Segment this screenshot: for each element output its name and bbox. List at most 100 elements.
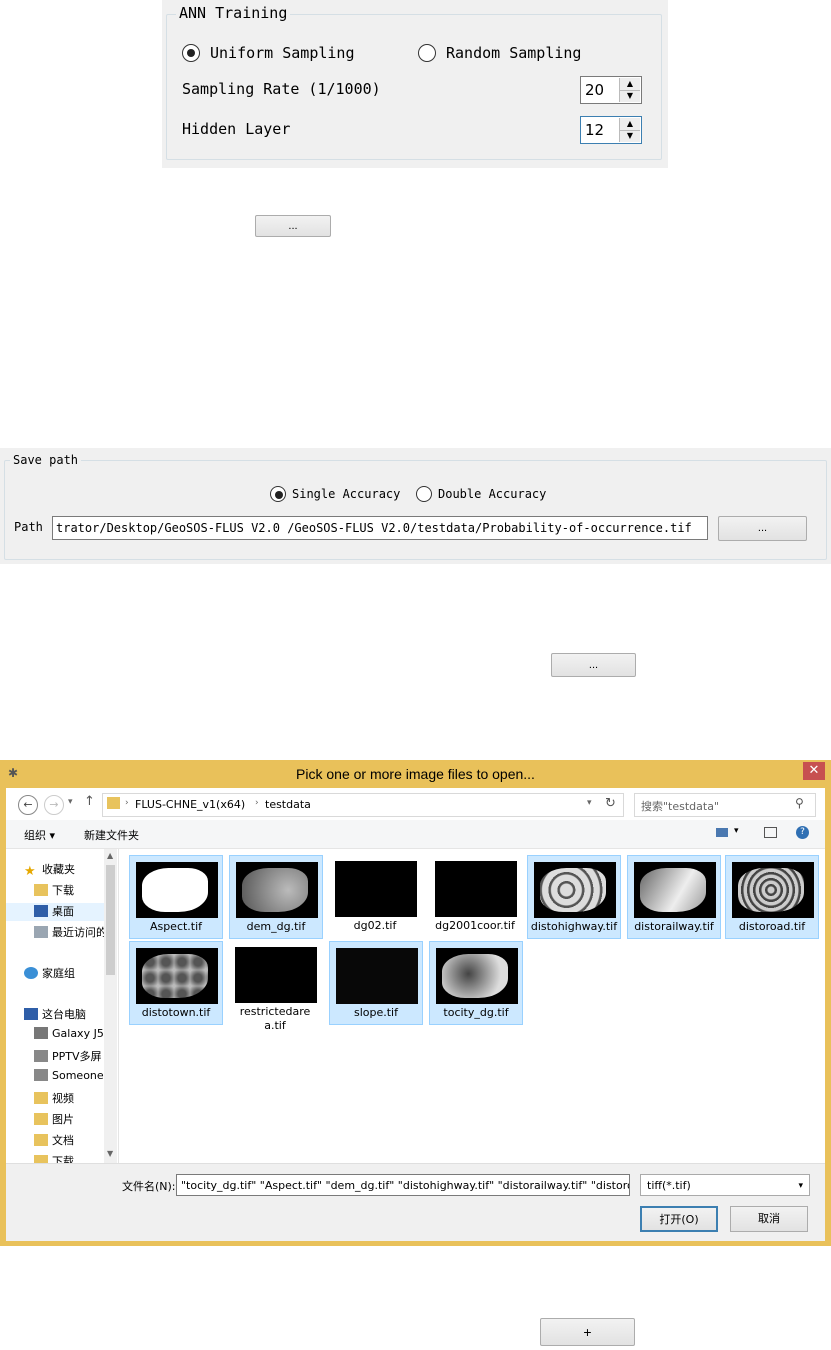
ann-training-title: ANN Training xyxy=(176,4,291,22)
sidebar-item-downloads-2[interactable]: 下载 xyxy=(34,1153,74,1163)
sidebar-item-label: Someone xyxy=(52,1069,104,1082)
file-tile[interactable]: distoroad.tif xyxy=(725,855,819,939)
ann-training-panel: ANN Training Uniform Sampling Random Sam… xyxy=(162,0,668,168)
file-name: restrictedarea.tif xyxy=(239,1005,311,1032)
browse-button[interactable]: ... xyxy=(551,653,636,677)
file-type-select[interactable]: tiff(*.tif) ▾ xyxy=(640,1174,810,1196)
dialog-footer: 文件名(N): "tocity_dg.tif" "Aspect.tif" "de… xyxy=(6,1163,825,1241)
file-tile[interactable]: distotown.tif xyxy=(129,941,223,1025)
sampling-rate-spinbox[interactable]: 20 ▲ ▼ xyxy=(580,76,642,104)
chevron-right-icon: › xyxy=(255,798,259,808)
path-label: Path xyxy=(14,520,43,534)
sidebar-item-label: PPTV多屏 xyxy=(52,1050,102,1063)
sidebar-item-pptv[interactable]: PPTV多屏 xyxy=(34,1048,102,1066)
file-list: Aspect.tif dem_dg.tif dg02.tif dg2001coo… xyxy=(119,849,825,1163)
help-icon[interactable]: ? xyxy=(796,826,809,839)
file-tile[interactable]: tocity_dg.tif xyxy=(429,941,523,1025)
close-icon[interactable]: ✕ xyxy=(803,762,825,780)
hidden-layer-spinbox[interactable]: 12 ▲ ▼ xyxy=(580,116,642,144)
phone-icon xyxy=(34,1027,48,1039)
file-name: dg02.tif xyxy=(353,919,397,932)
sidebar-item-documents[interactable]: 文档 xyxy=(34,1132,74,1150)
sidebar-item-favorites[interactable]: ★ 收藏夹 xyxy=(24,861,75,879)
preview-pane-icon[interactable] xyxy=(764,827,777,838)
sidebar-scrollbar[interactable]: ▲ ▼ xyxy=(104,849,117,1163)
search-input[interactable]: 搜索"testdata" ⚲ xyxy=(634,793,816,817)
up-arrow-icon[interactable]: ↑ xyxy=(84,794,95,809)
sidebar-item-someone[interactable]: Someone xyxy=(34,1069,104,1087)
file-tile[interactable]: distorailway.tif xyxy=(627,855,721,939)
refresh-icon[interactable]: ↻ xyxy=(605,796,616,811)
view-options-icon[interactable] xyxy=(716,828,728,837)
filename-input[interactable]: "tocity_dg.tif" "Aspect.tif" "dem_dg.tif… xyxy=(176,1174,630,1196)
sidebar-item-galaxy[interactable]: Galaxy J5 xyxy=(34,1027,104,1045)
save-path-groupbox xyxy=(4,460,827,560)
add-button[interactable]: + xyxy=(540,1318,635,1346)
breadcrumb-item[interactable]: FLUS-CHNE_v1(x64) xyxy=(135,798,245,811)
recent-dropdown-icon[interactable]: ▾ xyxy=(68,797,73,807)
file-tile[interactable]: dem_dg.tif xyxy=(229,855,323,939)
media-device-icon xyxy=(34,1069,48,1081)
sidebar-item-videos[interactable]: 视频 xyxy=(34,1090,74,1108)
file-tile[interactable]: dg02.tif xyxy=(329,855,423,939)
hidden-layer-value: 12 xyxy=(585,121,605,139)
file-tile[interactable]: slope.tif xyxy=(329,941,423,1025)
star-icon: ★ xyxy=(24,864,36,879)
thumbnail-image xyxy=(236,862,318,918)
path-browse-button[interactable]: ... xyxy=(718,516,807,541)
thumbnail-image xyxy=(534,862,616,918)
file-tile[interactable]: restrictedarea.tif xyxy=(229,941,323,1032)
sidebar-item-this-pc[interactable]: 这台电脑 xyxy=(24,1006,86,1024)
sidebar-item-label: 最近访问的 xyxy=(52,926,107,939)
file-name: tocity_dg.tif xyxy=(443,1006,509,1019)
breadcrumb-item[interactable]: testdata xyxy=(265,798,311,811)
forward-icon[interactable]: → xyxy=(44,795,64,815)
cancel-button[interactable]: 取消 xyxy=(730,1206,808,1232)
double-accuracy-radio[interactable] xyxy=(416,486,432,502)
file-name: slope.tif xyxy=(353,1006,398,1019)
chevron-down-icon[interactable]: ▾ xyxy=(734,826,739,836)
recent-icon xyxy=(34,926,48,938)
sidebar-item-pictures[interactable]: 图片 xyxy=(34,1111,74,1129)
uniform-sampling-radio[interactable] xyxy=(182,44,200,62)
sidebar-item-label: 视频 xyxy=(52,1092,74,1105)
file-name: distotown.tif xyxy=(141,1006,211,1019)
sidebar-item-desktop[interactable]: 桌面 xyxy=(6,903,104,921)
path-input[interactable]: trator/Desktop/GeoSOS-FLUS V2.0 /GeoSOS-… xyxy=(52,516,708,540)
uniform-sampling-label: Uniform Sampling xyxy=(210,44,355,62)
address-dropdown-icon[interactable]: ▾ xyxy=(587,798,592,808)
thumbnail-image xyxy=(336,948,418,1004)
chevron-right-icon: › xyxy=(125,798,129,808)
thumbnail-image xyxy=(136,862,218,918)
sidebar-item-homegroup[interactable]: 家庭组 xyxy=(24,965,75,983)
computer-icon xyxy=(24,1008,38,1020)
random-sampling-radio[interactable] xyxy=(418,44,436,62)
scroll-up-icon[interactable]: ▲ xyxy=(107,851,113,860)
sidebar-item-downloads[interactable]: 下载 xyxy=(34,882,74,900)
file-name: distorailway.tif xyxy=(634,920,714,933)
double-accuracy-label: Double Accuracy xyxy=(438,487,547,501)
sidebar-item-label: 桌面 xyxy=(52,905,74,918)
search-icon[interactable]: ⚲ xyxy=(795,796,804,810)
sidebar-item-recent[interactable]: 最近访问的 xyxy=(34,924,107,942)
scroll-down-icon[interactable]: ▼ xyxy=(107,1149,113,1158)
browse-button[interactable]: ... xyxy=(255,215,331,237)
thumbnail-image xyxy=(235,947,317,1003)
new-folder-button[interactable]: 新建文件夹 xyxy=(84,827,139,843)
address-bar[interactable]: › FLUS-CHNE_v1(x64) › testdata ▾ ↻ xyxy=(102,793,624,817)
back-icon[interactable]: ← xyxy=(18,795,38,815)
scrollbar-thumb[interactable] xyxy=(106,865,115,975)
open-button[interactable]: 打开(O) xyxy=(640,1206,718,1232)
organize-menu[interactable]: 组织 ▾ xyxy=(24,827,55,843)
thumbnail-image xyxy=(436,948,518,1004)
file-tile[interactable]: distohighway.tif xyxy=(527,855,621,939)
file-tile[interactable]: Aspect.tif xyxy=(129,855,223,939)
sidebar-item-label: 图片 xyxy=(52,1113,74,1126)
single-accuracy-radio[interactable] xyxy=(270,486,286,502)
sidebar-item-label: 下载 xyxy=(52,1155,74,1163)
file-open-dialog: ✱ Pick one or more image files to open..… xyxy=(0,760,831,1246)
spin-down-icon[interactable]: ▼ xyxy=(620,90,640,102)
file-tile[interactable]: dg2001coor.tif xyxy=(429,855,523,939)
chevron-down-icon: ▾ xyxy=(798,1181,803,1191)
spin-down-icon[interactable]: ▼ xyxy=(620,130,640,142)
